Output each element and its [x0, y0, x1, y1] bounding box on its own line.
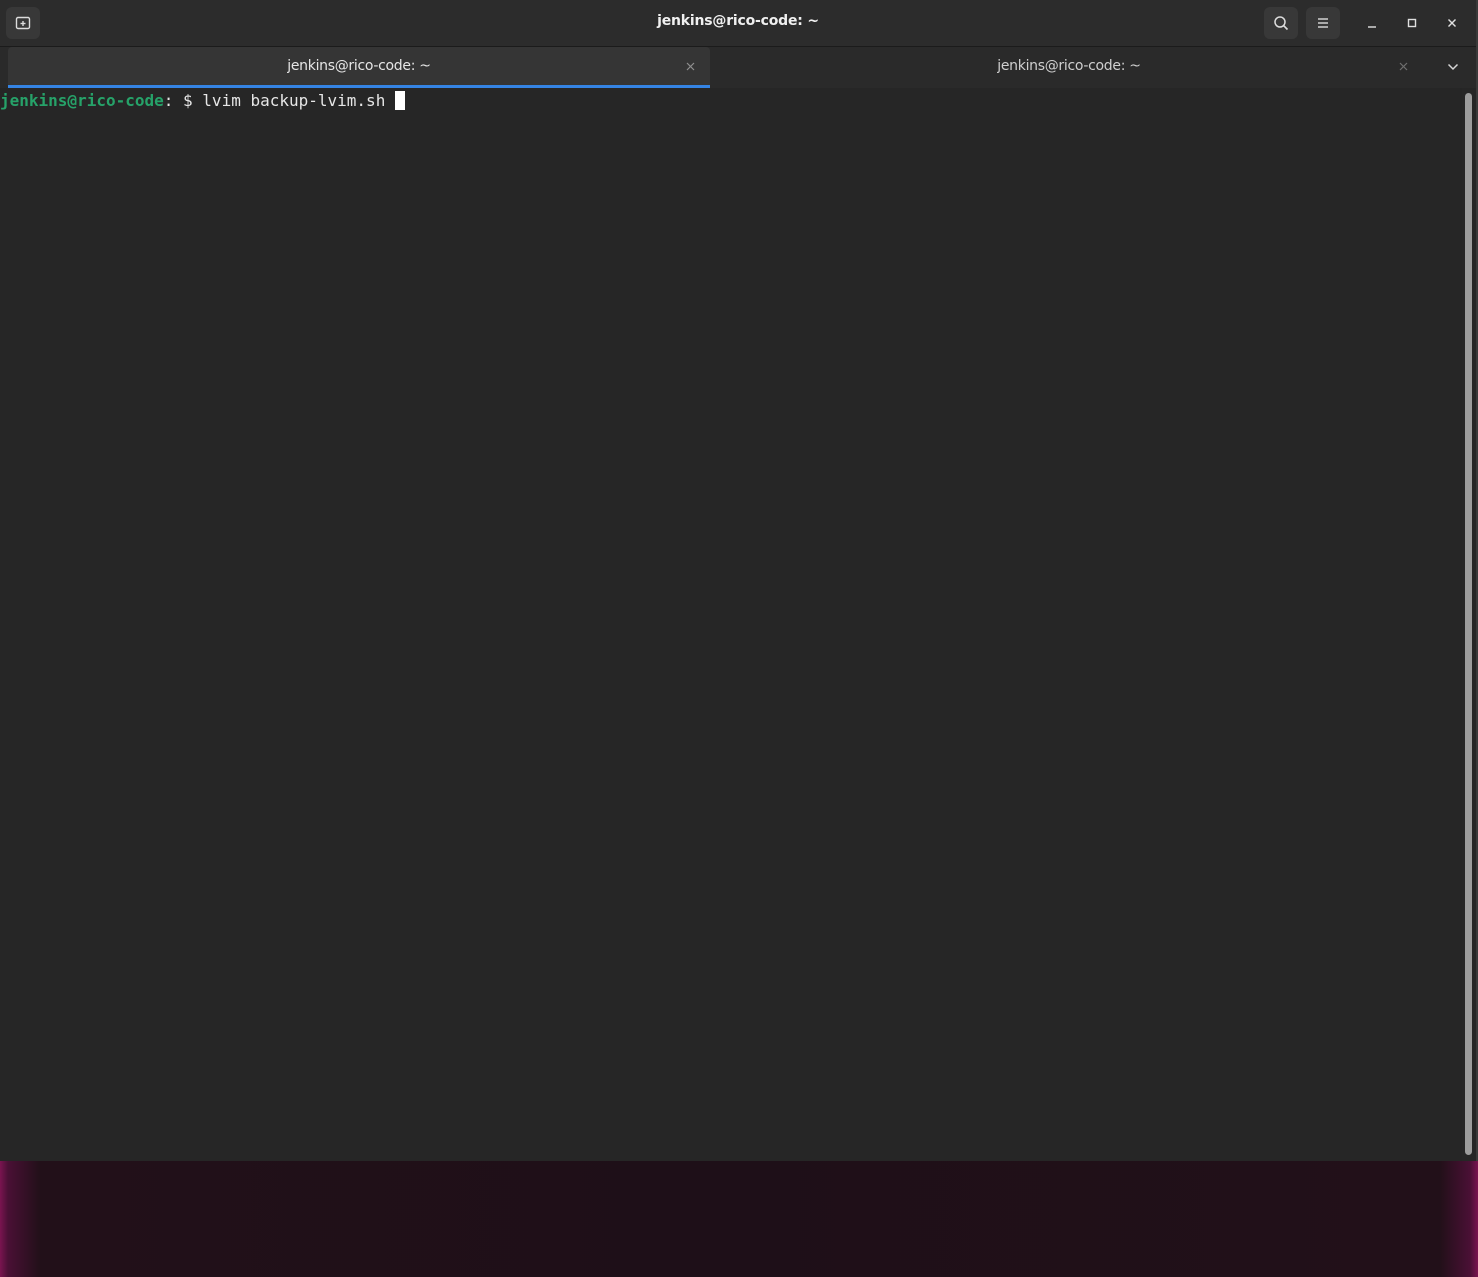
window-title: jenkins@rico-code: ~	[657, 13, 819, 29]
chevron-down-icon	[1447, 63, 1459, 71]
tabs-dropdown-button[interactable]	[1440, 57, 1466, 77]
search-button[interactable]	[1264, 7, 1298, 39]
close-window-button[interactable]	[1435, 7, 1469, 39]
tab-2-close-button[interactable]	[1394, 57, 1412, 75]
close-icon	[686, 62, 694, 70]
minimize-icon	[1368, 26, 1376, 28]
header-bar: jenkins@rico-code: ~	[0, 0, 1476, 47]
text-cursor	[394, 91, 405, 110]
maximize-button[interactable]	[1395, 7, 1429, 39]
minimize-button[interactable]	[1355, 7, 1389, 39]
terminal-window: jenkins@rico-code: ~ jenkins@rico-code: …	[0, 0, 1478, 1161]
menu-button[interactable]	[1306, 7, 1340, 39]
maximize-icon	[1407, 18, 1417, 28]
prompt-line: jenkins@rico-code: $ lvim backup-lvim.sh	[0, 91, 405, 111]
tab-2-label: jenkins@rico-code: ~	[997, 58, 1141, 74]
search-icon	[1274, 16, 1289, 31]
scrollbar-thumb[interactable]	[1465, 93, 1472, 1155]
tab-1-label: jenkins@rico-code: ~	[287, 58, 431, 74]
prompt-separator: : $	[163, 91, 203, 110]
prompt-user-host: jenkins@rico-code	[0, 91, 164, 110]
scrollbar[interactable]	[1462, 88, 1476, 1161]
hamburger-menu-icon	[1318, 18, 1328, 28]
close-icon	[1399, 62, 1407, 70]
command-text: lvim backup-lvim.sh	[202, 91, 395, 110]
tab-2[interactable]: jenkins@rico-code: ~	[712, 47, 1426, 88]
tab-1-close-button[interactable]	[681, 57, 699, 75]
close-icon	[1448, 19, 1456, 27]
tab-1[interactable]: jenkins@rico-code: ~	[8, 47, 710, 88]
tab-bar: jenkins@rico-code: ~ jenkins@rico-code: …	[0, 47, 1476, 88]
terminal-content[interactable]: jenkins@rico-code: $ lvim backup-lvim.sh	[0, 88, 1460, 1161]
